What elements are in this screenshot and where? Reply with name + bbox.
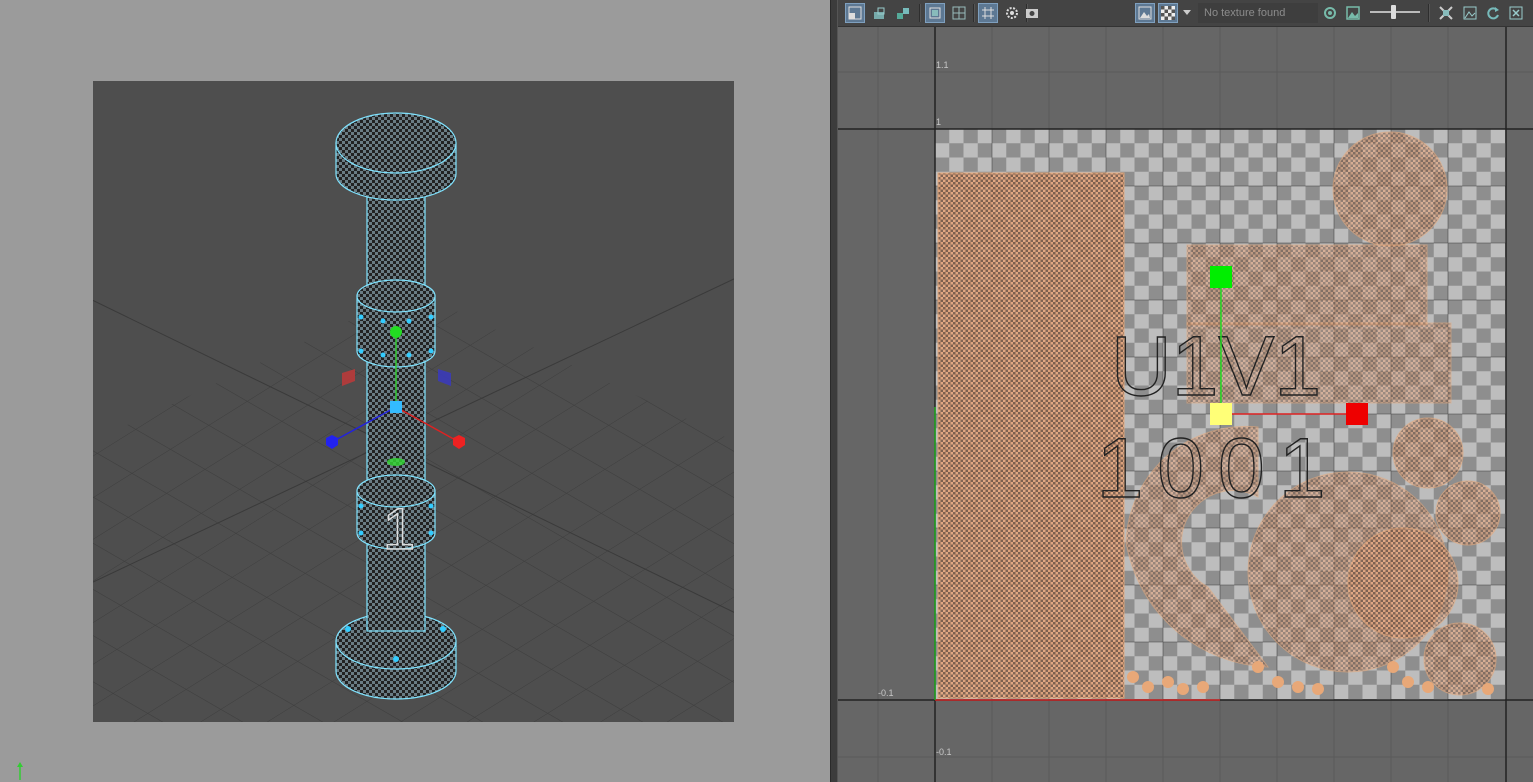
- uv-distortion-icon[interactable]: [893, 3, 913, 23]
- tick-label-v-top: 1.1: [936, 60, 949, 70]
- filter-icon[interactable]: [1002, 3, 1022, 23]
- uv-editor-panel[interactable]: No texture found U1V1 1001 1.1 1 -0.1 -0…: [838, 0, 1533, 782]
- tick-label-u-neg: -0.1: [878, 688, 894, 698]
- y-axis-handle[interactable]: [390, 326, 402, 338]
- perspective-viewport[interactable]: 1: [0, 0, 830, 782]
- uv-grid-icon[interactable]: [1460, 3, 1480, 23]
- image-icon[interactable]: [1343, 3, 1363, 23]
- uv-canvas[interactable]: U1V1 1001 1.1 1 -0.1 -0.1: [838, 27, 1533, 782]
- viewport-scene: 1: [93, 112, 734, 722]
- tile-label-line1: U1V1: [1111, 319, 1321, 413]
- shaded-uvs-icon[interactable]: [925, 3, 945, 23]
- dropdown-icon[interactable]: [1180, 3, 1194, 23]
- isolate-icon[interactable]: [1436, 3, 1456, 23]
- uv-v-handle[interactable]: [1210, 266, 1232, 288]
- uv-canvas-drawing: U1V1 1001: [838, 27, 1533, 782]
- tile-label-line2: 1001: [1097, 421, 1340, 515]
- uv-u-handle[interactable]: [1346, 403, 1368, 425]
- viewport-number-label: 1: [383, 497, 415, 562]
- checker-icon[interactable]: [1158, 3, 1178, 23]
- uv-center-handle[interactable]: [1210, 403, 1232, 425]
- center-handle[interactable]: [390, 401, 402, 413]
- texture-name-field[interactable]: No texture found: [1198, 3, 1318, 23]
- tick-label-v-neg: -0.1: [936, 747, 952, 757]
- uv-toolbar: No texture found: [838, 0, 1533, 27]
- uv-shell-select-icon[interactable]: [845, 3, 865, 23]
- render-region[interactable]: 1: [93, 81, 734, 722]
- refresh-icon[interactable]: [1483, 3, 1503, 23]
- snapshot-icon[interactable]: [1022, 3, 1042, 23]
- panel-splitter[interactable]: [830, 0, 838, 782]
- uv-border-icon[interactable]: [869, 3, 889, 23]
- tick-label-v-one: 1: [936, 117, 942, 127]
- pixel-snap-icon[interactable]: [978, 3, 998, 23]
- display-image-icon[interactable]: [1135, 3, 1155, 23]
- grid-toggle-icon[interactable]: [949, 3, 969, 23]
- view-axis-icon: [17, 762, 23, 780]
- exposure-icon[interactable]: [1320, 3, 1340, 23]
- gamma-slider-handle[interactable]: [1391, 5, 1396, 19]
- close-icon[interactable]: [1506, 3, 1526, 23]
